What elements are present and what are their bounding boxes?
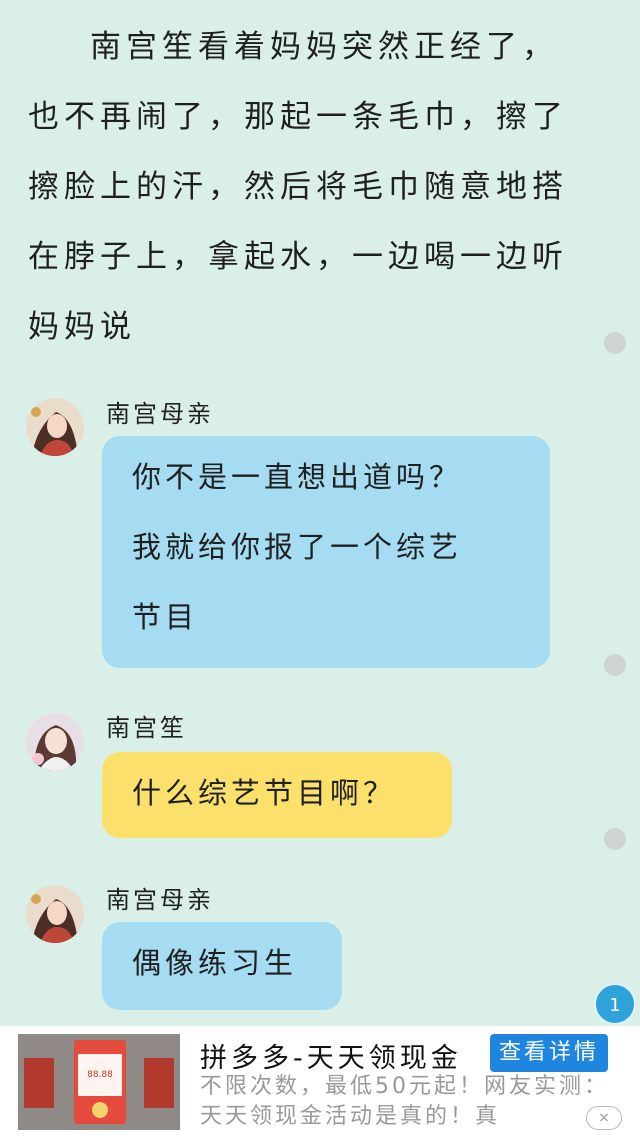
narration-text: 南宫笙看着妈妈突然正经了，也不再闹了，那起一条毛巾，擦了擦脸上的汗，然后将毛巾随… (28, 29, 568, 345)
avatar-sheng-image (26, 713, 84, 771)
scroll-dot (604, 332, 626, 354)
ad-description: 不限次数，最低50元起！网友实测：天天领现金活动是真的！真 (200, 1074, 609, 1129)
ad-banner[interactable]: 88.88 拼多多-天天领现金 查看详情 不限次数，最低50元起！网友实测：天天… (0, 1026, 640, 1138)
chat-bubble: 你不是一直想出道吗？ 我就给你报了一个综艺 节目 (102, 436, 550, 668)
ad-thumbnail: 88.88 (18, 1034, 180, 1130)
avatar-mother[interactable] (26, 398, 84, 456)
scroll-dot (604, 828, 626, 850)
view-details-button[interactable]: 查看详情 (490, 1034, 608, 1072)
ad-close-icon[interactable]: × (586, 1106, 622, 1130)
bubble-line: 我就给你报了一个综艺 (132, 530, 463, 564)
avatar-mother-image (26, 398, 84, 456)
bubble-line: 偶像练习生 (132, 946, 298, 980)
ad-thumb-amount: 88.88 (78, 1054, 122, 1096)
bubble-line: 什么综艺节目啊？ (132, 776, 397, 810)
chat-bubble: 什么综艺节目啊？ (102, 752, 452, 838)
speaker-name: 南宫笙 (106, 714, 187, 742)
avatar-mother[interactable] (26, 885, 84, 943)
bubble-line: 你不是一直想出道吗？ (132, 460, 463, 494)
bubble-line: 节目 (132, 600, 199, 634)
ad-title[interactable]: 拼多多-天天领现金 (200, 1036, 462, 1075)
page-number-badge[interactable]: 1 (594, 983, 636, 1025)
speaker-name: 南宫母亲 (106, 886, 214, 914)
avatar-nangong-sheng[interactable] (26, 713, 84, 771)
scroll-dot (604, 654, 626, 676)
chat-bubble: 偶像练习生 (102, 922, 342, 1010)
avatar-mother-image (26, 885, 84, 943)
speaker-name: 南宫母亲 (106, 400, 214, 428)
